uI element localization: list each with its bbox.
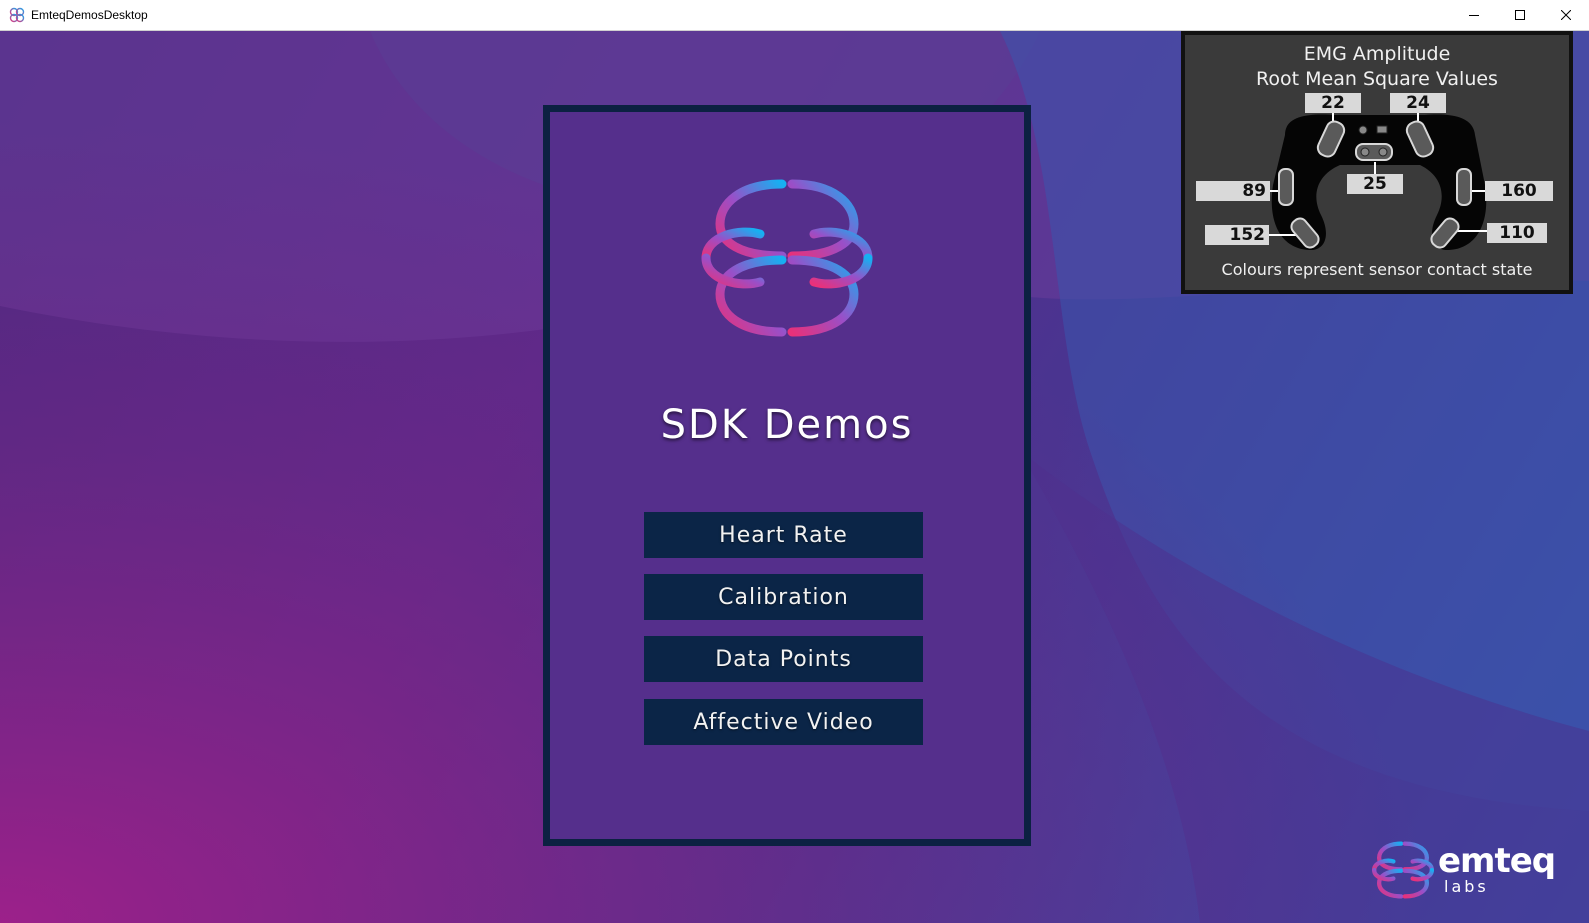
affective-video-button[interactable]: Affective Video: [644, 699, 923, 745]
emg-caption: Colours represent sensor contact state: [1221, 260, 1533, 279]
emg-value-top-left: 22: [1305, 93, 1361, 113]
close-icon: [1561, 10, 1571, 20]
emg-value-right: 160: [1485, 181, 1553, 201]
emg-value-left: 89: [1196, 181, 1270, 201]
close-button[interactable]: [1543, 0, 1589, 30]
minimize-icon: [1469, 15, 1479, 16]
window-titlebar: EmteqDemosDesktop: [0, 0, 1589, 31]
emg-amplitude-panel: EMG Amplitude Root Mean Square Values 22…: [1181, 31, 1573, 294]
brand-subtitle: labs: [1444, 877, 1489, 896]
app-canvas: SDK Demos Heart Rate Calibration Data Po…: [0, 31, 1589, 923]
maximize-button[interactable]: [1497, 0, 1543, 30]
emg-value-top-right: 24: [1390, 93, 1446, 113]
emg-mask-diagram: [1267, 111, 1489, 251]
window-controls: [1451, 0, 1589, 30]
emteq-small-logo-icon: [1372, 841, 1434, 899]
emg-value-center: 25: [1347, 174, 1403, 194]
window-title: EmteqDemosDesktop: [31, 8, 148, 22]
emg-value-bottom-right: 110: [1487, 223, 1547, 243]
emg-value-bottom-left: 152: [1205, 225, 1269, 245]
minimize-button[interactable]: [1451, 0, 1497, 30]
emteq-labs-brand: emteq labs: [1372, 839, 1562, 903]
data-points-button[interactable]: Data Points: [644, 636, 923, 682]
app-logo-icon: [9, 7, 25, 23]
emteq-brain-logo-icon: [701, 179, 873, 337]
page-title: SDK Demos: [660, 402, 914, 448]
heart-rate-button[interactable]: Heart Rate: [644, 512, 923, 558]
sdk-demos-card: SDK Demos Heart Rate Calibration Data Po…: [543, 105, 1031, 846]
maximize-icon: [1515, 10, 1525, 20]
calibration-button[interactable]: Calibration: [644, 574, 923, 620]
brand-wordmark: emteq: [1438, 841, 1556, 881]
